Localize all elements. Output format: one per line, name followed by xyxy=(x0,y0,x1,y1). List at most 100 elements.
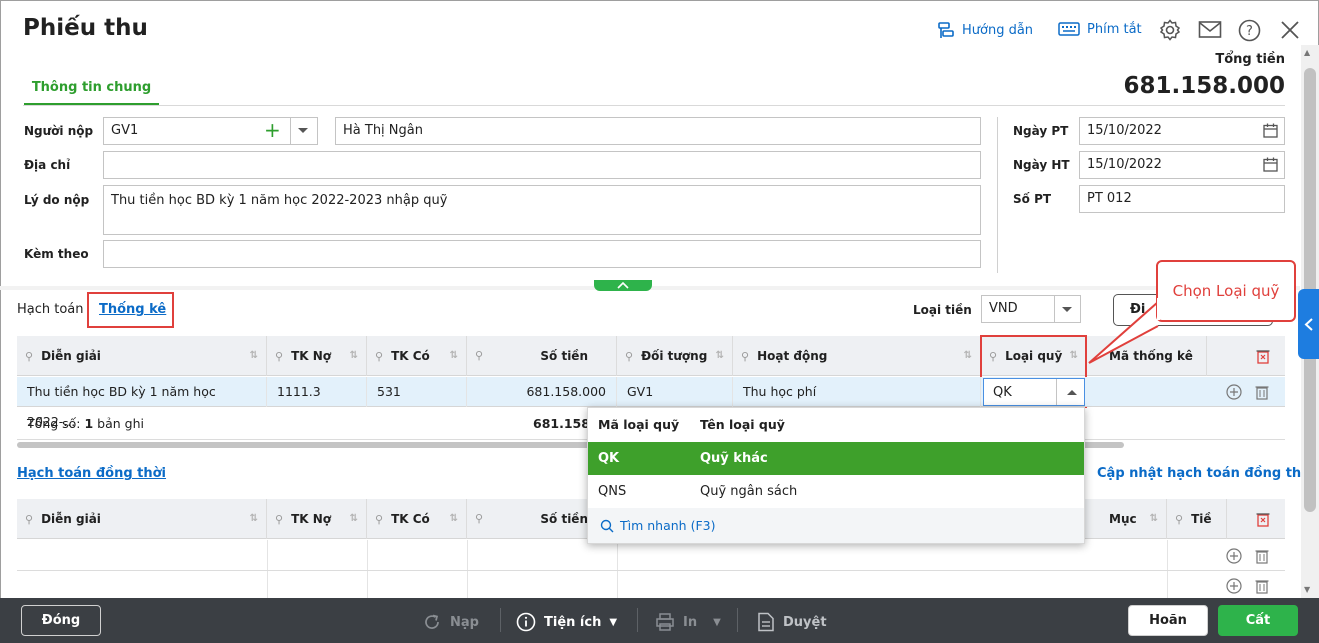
chevron-down-icon[interactable] xyxy=(1062,306,1072,314)
close-icon[interactable] xyxy=(1280,20,1300,40)
payer-name-value: Hà Thị Ngân xyxy=(343,123,423,138)
settings-gear-icon[interactable] xyxy=(1159,19,1181,41)
table-row[interactable] xyxy=(17,540,1285,571)
col-tk-no[interactable]: ⚲ TK Nợ ⇅ xyxy=(267,336,367,376)
save-button[interactable]: Cất xyxy=(1218,605,1298,636)
delete-all-icon[interactable] xyxy=(1256,348,1270,364)
col-tk-no[interactable]: ⚲ TK Nợ ⇅ xyxy=(267,499,367,539)
add-row-icon[interactable] xyxy=(1226,578,1242,594)
scroll-down-icon[interactable]: ▼ xyxy=(1304,585,1310,594)
date-pt-input[interactable]: 15/10/2022 xyxy=(1079,117,1285,145)
help-icon[interactable]: ? xyxy=(1238,19,1261,42)
reason-textarea[interactable]: Thu tiền học BD kỳ 1 năm học 2022-2023 n… xyxy=(103,185,981,235)
option-name: Quỹ khác xyxy=(700,451,768,466)
address-input[interactable] xyxy=(103,151,981,179)
search-icon xyxy=(600,519,614,533)
col-so-tien[interactable]: ⚲ Số tiền xyxy=(467,336,617,376)
payer-label: Người nộp xyxy=(24,124,94,138)
document-icon xyxy=(758,612,774,632)
info-circle-icon xyxy=(516,612,536,632)
date-ht-input[interactable]: 15/10/2022 xyxy=(1079,151,1285,179)
form-separator xyxy=(997,117,998,273)
date-ht-value: 15/10/2022 xyxy=(1087,157,1162,172)
col-doi-tuong[interactable]: ⚲ Đối tượng ⇅ xyxy=(617,336,733,376)
col-dien-giai[interactable]: ⚲ Diễn giải ⇅ xyxy=(17,336,267,376)
reload-label: Nạp xyxy=(450,614,479,630)
payer-name-input[interactable]: Hà Thị Ngân xyxy=(335,117,981,145)
utility-menu[interactable]: Tiện ích ▼ xyxy=(516,612,617,632)
col-tien[interactable]: ⚲ Tiề xyxy=(1167,499,1227,539)
callout-pointer xyxy=(1088,301,1159,364)
so-pt-label: Số PT xyxy=(1013,192,1052,206)
add-row-icon[interactable] xyxy=(1226,548,1242,564)
col-tk-co[interactable]: ⚲ TK Có ⇅ xyxy=(367,336,467,376)
trash-icon[interactable] xyxy=(1255,578,1269,594)
shortcut-link[interactable]: Phím tắt xyxy=(1058,21,1142,37)
cell-doi-tuong[interactable]: GV1 xyxy=(617,377,733,407)
keyboard-icon xyxy=(1058,22,1080,36)
chevron-up-icon[interactable] xyxy=(1067,389,1077,396)
dropdown-col-name: Tên loại quỹ xyxy=(700,417,785,432)
collapse-toggle[interactable] xyxy=(594,280,652,291)
combo-divider xyxy=(290,118,291,144)
delete-all-icon[interactable] xyxy=(1256,511,1270,527)
update-concurrent-link[interactable]: Cập nhật hạch toán đồng thời xyxy=(1097,466,1315,481)
date-ht-label: Ngày HT xyxy=(1013,158,1070,172)
payer-code-combo[interactable]: GV1 xyxy=(103,117,318,145)
combo-divider xyxy=(1056,379,1057,405)
trash-icon[interactable] xyxy=(1255,384,1269,400)
attach-input[interactable] xyxy=(103,240,981,268)
payer-code-value: GV1 xyxy=(111,123,139,138)
chevron-left-icon xyxy=(1304,318,1313,331)
refresh-icon xyxy=(425,614,439,629)
cell-so-tien[interactable]: 681.158.000 xyxy=(467,377,617,407)
scroll-up-icon[interactable]: ▲ xyxy=(1304,48,1310,57)
cell-hoat-dong[interactable]: Thu học phí xyxy=(733,377,981,407)
reload-button[interactable]: Nạp xyxy=(422,612,479,632)
loai-quy-combo[interactable]: QK xyxy=(983,378,1085,406)
so-pt-input[interactable]: PT 012 xyxy=(1079,185,1285,213)
chevron-up-icon xyxy=(617,281,629,289)
calendar-icon[interactable] xyxy=(1263,123,1278,138)
mail-icon[interactable] xyxy=(1198,20,1222,40)
cancel-button[interactable]: Hoãn xyxy=(1128,605,1208,636)
approve-button[interactable]: Duyệt xyxy=(757,612,827,632)
add-payer-icon[interactable]: + xyxy=(264,117,281,144)
footer-divider xyxy=(637,608,638,632)
dropdown-option-qns[interactable]: QNS Quỹ ngân sách xyxy=(588,475,1084,508)
side-panel-toggle[interactable] xyxy=(1298,289,1319,359)
add-row-icon[interactable] xyxy=(1226,384,1242,400)
close-button[interactable]: Đóng xyxy=(21,605,101,636)
approve-label: Duyệt xyxy=(783,614,827,630)
col-hoat-dong[interactable]: ⚲ Hoạt động ⇅ xyxy=(733,336,981,376)
col-dien-giai[interactable]: ⚲ Diễn giải ⇅ xyxy=(17,499,267,539)
cell-tk-co[interactable]: 531 xyxy=(367,377,467,407)
reason-value: Thu tiền học BD kỳ 1 năm học 2022-2023 n… xyxy=(111,193,448,208)
chevron-down-icon[interactable] xyxy=(298,127,308,135)
tab-general-info[interactable]: Thông tin chung xyxy=(24,72,159,106)
concurrent-title-link[interactable]: Hạch toán đồng thời xyxy=(17,466,166,481)
tab-divider xyxy=(23,105,1285,106)
dropdown-header: Mã loại quỹ Tên loại quỹ xyxy=(588,408,1084,442)
col-muc[interactable]: Mục ⇅ xyxy=(1087,499,1167,539)
printer-icon xyxy=(656,613,674,631)
footer-divider xyxy=(737,608,738,632)
highlight-thong-ke xyxy=(87,292,174,328)
table-row[interactable] xyxy=(17,571,1285,598)
dropdown-option-qk[interactable]: QK Quỹ khác xyxy=(588,442,1084,475)
col-tk-co[interactable]: ⚲ TK Có ⇅ xyxy=(367,499,467,539)
summary-total: 681.158. xyxy=(533,416,595,431)
tab-hach-toan[interactable]: Hạch toán xyxy=(17,302,84,317)
caret-down-icon: ▼ xyxy=(609,616,618,628)
option-name: Quỹ ngân sách xyxy=(700,484,798,499)
dropdown-quick-search[interactable]: Tìm nhanh (F3) xyxy=(588,508,1084,543)
calendar-icon[interactable] xyxy=(1263,157,1278,172)
help-link[interactable]: Hướng dẫn xyxy=(937,21,1033,39)
date-pt-label: Ngày PT xyxy=(1013,124,1069,138)
cell-tk-no[interactable]: 1111.3 xyxy=(267,377,367,407)
trash-icon[interactable] xyxy=(1255,548,1269,564)
cell-dien-giai[interactable]: Thu tiền học BD kỳ 1 năm học 2022-... xyxy=(17,377,267,429)
table-row[interactable]: Thu tiền học BD kỳ 1 năm học 2022-... 11… xyxy=(17,377,1285,429)
print-label: In xyxy=(683,614,698,630)
print-button[interactable]: In ▼ xyxy=(655,612,721,632)
